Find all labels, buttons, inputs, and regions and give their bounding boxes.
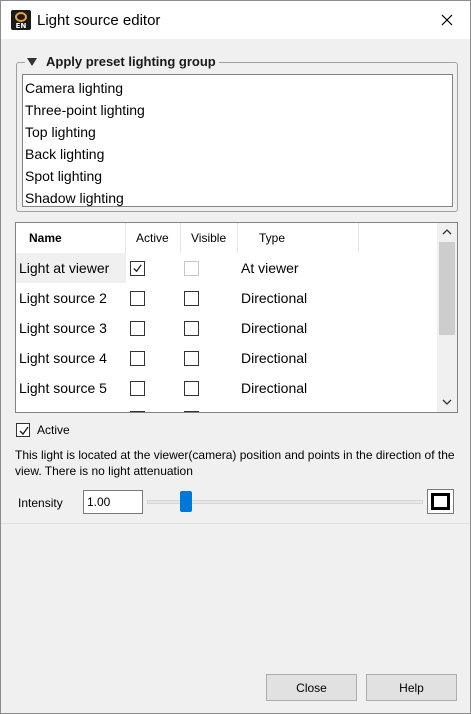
column-header-name[interactable]: Name (16, 223, 126, 253)
light-source-editor-window: EN Light source editor Apply preset ligh… (0, 0, 471, 714)
window-title: Light source editor (37, 12, 161, 29)
table-row[interactable]: Light source 4 Directional (16, 343, 436, 373)
active-checkbox-box[interactable] (16, 423, 30, 437)
visible-cell-checkbox[interactable] (184, 291, 199, 306)
scroll-thumb[interactable] (439, 242, 455, 335)
active-cell-checkbox[interactable] (130, 291, 145, 306)
preset-item[interactable]: Back lighting (23, 143, 452, 165)
active-cell-checkbox[interactable] (130, 411, 145, 412)
light-type-cell: Directional (241, 320, 308, 336)
checkmark-icon (19, 426, 29, 436)
help-button[interactable]: Help (366, 674, 457, 701)
preset-item[interactable]: Top lighting (23, 121, 452, 143)
preset-item[interactable]: Three-point lighting (23, 99, 452, 121)
table-rows: Light at viewer At viewer Light source 2 Di… (16, 253, 436, 412)
checkmark-icon (133, 264, 142, 273)
light-description: This light is located at the viewer(came… (15, 448, 455, 478)
active-cell-checkbox[interactable] (130, 351, 145, 366)
table-row[interactable]: Light source 5 Directional (16, 373, 436, 403)
scroll-down-icon[interactable] (437, 393, 457, 410)
preset-item[interactable]: Spot lighting (23, 165, 452, 187)
app-logo-icon: EN (11, 10, 31, 30)
table-row[interactable]: Light source 3 Directional (16, 313, 436, 343)
light-type-cell: Directional (241, 290, 308, 306)
active-checkbox[interactable]: Active (16, 423, 70, 437)
triangle-down-icon[interactable] (27, 57, 37, 66)
preset-item[interactable]: Camera lighting (23, 77, 452, 99)
table-row[interactable]: Light source 2 Directional (16, 283, 436, 313)
column-header-type[interactable]: Type (238, 223, 359, 253)
light-type-cell: Directional (241, 380, 308, 396)
light-name-cell[interactable]: Light source 4 (16, 343, 126, 373)
light-name-cell[interactable]: Light source 2 (16, 283, 126, 313)
logo-ring (15, 12, 27, 22)
visible-cell-checkbox[interactable] (184, 321, 199, 336)
table-row[interactable]: Light at viewer At viewer (16, 253, 436, 283)
light-color-button[interactable] (427, 489, 454, 514)
active-cell-checkbox[interactable] (130, 321, 145, 336)
intensity-input[interactable] (83, 490, 143, 514)
table-header: Name Active Visible Type (16, 223, 436, 253)
intensity-label: Intensity (18, 496, 63, 510)
light-type-cell: At viewer (241, 260, 299, 276)
preset-list[interactable]: Camera lighting Three-point lighting Top l… (22, 74, 453, 207)
active-cell-checkbox[interactable] (130, 261, 145, 276)
light-name-cell[interactable]: Light source 3 (16, 313, 126, 343)
visible-cell-checkbox[interactable] (184, 351, 199, 366)
intensity-slider-thumb[interactable] (179, 491, 192, 512)
visible-cell-checkbox (184, 261, 199, 276)
column-header-active[interactable]: Active (126, 223, 181, 253)
scroll-up-icon[interactable] (437, 223, 457, 240)
preset-group-label: Apply preset lighting group (46, 53, 216, 69)
divider (1, 523, 470, 524)
active-checkbox-label: Active (37, 423, 70, 437)
color-swatch (431, 493, 450, 510)
preset-item[interactable]: Shadow lighting (23, 187, 452, 209)
visible-cell-checkbox[interactable] (184, 411, 199, 412)
table-scrollbar[interactable] (437, 223, 457, 412)
light-name-cell[interactable]: Light at viewer (16, 253, 126, 283)
preset-group-header[interactable]: Apply preset lighting group (25, 53, 219, 69)
logo-text: EN (15, 22, 27, 30)
close-icon[interactable] (434, 7, 460, 33)
light-name-cell[interactable]: Light source 5 (16, 373, 126, 403)
close-button[interactable]: Close (266, 674, 357, 701)
column-header-visible[interactable]: Visible (181, 223, 238, 253)
light-table[interactable]: Name Active Visible Type Light at viewer… (15, 222, 458, 413)
visible-cell-checkbox[interactable] (184, 381, 199, 396)
active-cell-checkbox[interactable] (130, 381, 145, 396)
title-bar[interactable]: EN Light source editor (1, 1, 470, 39)
table-row[interactable] (16, 403, 436, 412)
light-type-cell: Directional (241, 350, 308, 366)
